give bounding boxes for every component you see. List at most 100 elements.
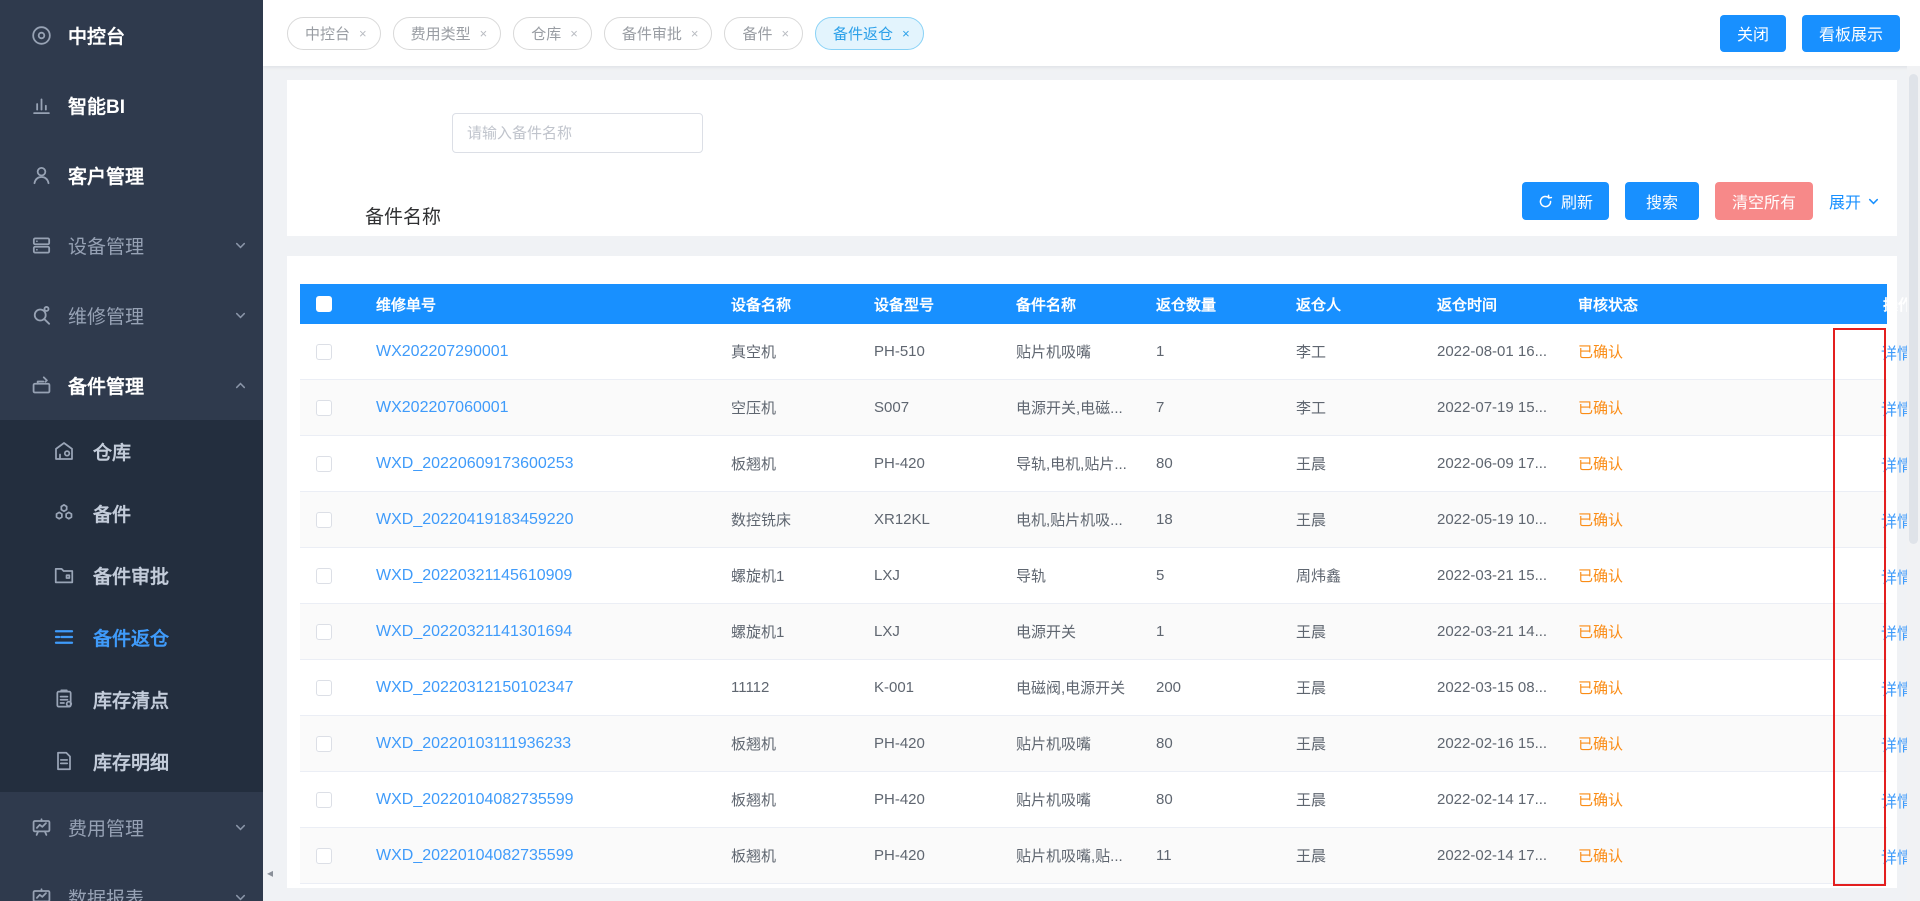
tab-tag-label: 仓库 <box>531 23 561 44</box>
close-icon[interactable]: × <box>480 26 488 41</box>
tabs-bar: 中控台 × 费用类型 × 仓库 × 备件审批 × <box>263 0 1920 66</box>
sidebar-item-devices[interactable]: 设备管理 <box>0 210 263 280</box>
expand-toggle[interactable]: 展开 <box>1829 189 1880 213</box>
search-button[interactable]: 搜索 <box>1625 182 1699 220</box>
row-checkbox[interactable] <box>316 680 332 696</box>
table-row: WXD_20220104082735599 板翘机 PH-420 贴片机吸嘴,贴… <box>300 828 1887 884</box>
sidebar-item-customers[interactable]: 客户管理 <box>0 140 263 210</box>
table-row: WXD_20220419183459220 数控铣床 XR12KL 电机,贴片机… <box>300 492 1887 548</box>
tab-tag[interactable]: 备件返仓 × <box>815 17 924 50</box>
row-checkbox[interactable] <box>316 400 332 416</box>
list-return-icon <box>52 625 76 649</box>
table-row: WXD_20220321141301694 螺旋机1 LXJ 电源开关 1 王晨… <box>300 604 1887 660</box>
close-icon[interactable]: × <box>781 26 789 41</box>
row-checkbox[interactable] <box>316 456 332 472</box>
order-no-link[interactable]: WXD_20220321141301694 <box>360 623 715 641</box>
device-model-cell: PH-510 <box>858 343 1000 360</box>
order-no-link[interactable]: WXD_20220104082735599 <box>360 791 715 809</box>
order-no-link[interactable]: WXD_20220104082735599 <box>360 847 715 865</box>
warehouse-icon <box>52 439 76 463</box>
parts-return-table: 维修单号 设备名称 设备型号 备件名称 返仓数量 返仓人 返仓时间 审核状态 操… <box>300 284 1887 884</box>
close-icon[interactable]: × <box>691 26 699 41</box>
device-model-cell: LXJ <box>858 623 1000 640</box>
close-icon[interactable]: × <box>570 26 578 41</box>
sidebar-item-label: 备件返仓 <box>93 624 169 651</box>
order-no-link[interactable]: WXD_20220312150102347 <box>360 679 715 697</box>
sidebar-item-parts-approval[interactable]: 备件审批 <box>0 544 263 606</box>
parts-submenu: 仓库 备件 备件审批 备件返仓 库存清点 库存明细 <box>0 420 263 792</box>
return-person-cell: 王晨 <box>1280 509 1421 530</box>
order-no-link[interactable]: WXD_20220419183459220 <box>360 511 715 529</box>
row-checkbox[interactable] <box>316 512 332 528</box>
sidebar-item-repair[interactable]: 维修管理 <box>0 280 263 350</box>
close-icon[interactable]: × <box>359 26 367 41</box>
sidebar-item-expense[interactable]: 费用管理 <box>0 792 263 862</box>
table-row: WXD_20220104082735599 板翘机 PH-420 贴片机吸嘴 8… <box>300 772 1887 828</box>
part-name-input[interactable] <box>452 113 703 153</box>
chevron-down-icon <box>234 821 247 834</box>
sidebar-item-stock-detail[interactable]: 库存明细 <box>0 730 263 792</box>
return-time-cell: 2022-02-14 17... <box>1421 791 1562 808</box>
vertical-scrollbar[interactable] <box>1907 66 1920 901</box>
order-no-link[interactable]: WXD_20220103111936233 <box>360 735 715 753</box>
return-time-cell: 2022-06-09 17... <box>1421 455 1562 472</box>
sidebar-item-stocktaking[interactable]: 库存清点 <box>0 668 263 730</box>
status-badge: 已确认 <box>1562 341 1822 362</box>
select-all-checkbox[interactable] <box>316 296 332 312</box>
close-icon[interactable]: × <box>902 26 910 41</box>
table-row: WX202207290001 真空机 PH-510 贴片机吸嘴 1 李工 202… <box>300 324 1887 380</box>
chevron-up-icon <box>234 379 247 392</box>
presentation-chart-icon <box>30 816 53 839</box>
return-person-cell: 王晨 <box>1280 621 1421 642</box>
device-model-cell: K-001 <box>858 679 1000 696</box>
status-badge: 已确认 <box>1562 733 1822 754</box>
clear-all-button[interactable]: 清空所有 <box>1715 182 1813 220</box>
row-checkbox[interactable] <box>316 848 332 864</box>
device-name-cell: 数控铣床 <box>715 509 858 530</box>
order-no-link[interactable]: WXD_20220321145610909 <box>360 567 715 585</box>
table-row: WXD_20220312150102347 11112 K-001 电磁阀,电源… <box>300 660 1887 716</box>
chevron-down-icon <box>234 309 247 322</box>
row-checkbox[interactable] <box>316 568 332 584</box>
tab-tag[interactable]: 费用类型 × <box>393 17 502 50</box>
return-time-cell: 2022-03-21 15... <box>1421 567 1562 584</box>
row-checkbox[interactable] <box>316 344 332 360</box>
sidebar-item-bi[interactable]: 智能BI <box>0 70 263 140</box>
tab-tag-label: 备件审批 <box>622 23 682 44</box>
row-checkbox[interactable] <box>316 624 332 640</box>
sidebar-item-spare-parts[interactable]: 备件 <box>0 482 263 544</box>
column-header: 维修单号 <box>360 294 715 315</box>
sidebar-item-parts-management[interactable]: 备件管理 <box>0 350 263 420</box>
status-badge: 已确认 <box>1562 509 1822 530</box>
order-no-link[interactable]: WX202207060001 <box>360 399 715 417</box>
users-icon <box>30 164 53 187</box>
table-header-row: 维修单号 设备名称 设备型号 备件名称 返仓数量 返仓人 返仓时间 审核状态 操… <box>300 284 1887 324</box>
tab-tag[interactable]: 仓库 × <box>513 17 592 50</box>
column-header: 审核状态 <box>1562 294 1822 315</box>
tab-tag[interactable]: 备件 × <box>724 17 803 50</box>
tab-tag-label: 备件 <box>742 23 772 44</box>
tab-tag[interactable]: 备件审批 × <box>604 17 713 50</box>
sidebar-collapse-arrow[interactable]: ◂ <box>267 866 273 880</box>
sidebar-item-label: 智能BI <box>68 92 125 119</box>
refresh-button[interactable]: 刷新 <box>1522 182 1609 220</box>
order-no-link[interactable]: WX202207290001 <box>360 343 715 361</box>
close-button[interactable]: 关闭 <box>1720 15 1786 52</box>
sidebar-item-parts-return[interactable]: 备件返仓 <box>0 606 263 668</box>
sidebar-item-console[interactable]: 中控台 <box>0 0 263 70</box>
device-name-cell: 板翘机 <box>715 733 858 754</box>
part-name-label: 备件名称 <box>365 202 441 229</box>
toolbox-icon <box>30 374 53 397</box>
row-checkbox[interactable] <box>316 792 332 808</box>
tab-tag[interactable]: 中控台 × <box>287 17 381 50</box>
scrollbar-thumb[interactable] <box>1909 74 1918 544</box>
sidebar-item-label: 维修管理 <box>68 302 144 329</box>
order-no-link[interactable]: WXD_20220609173600253 <box>360 455 715 473</box>
topbar-buttons: 关闭 看板展示 <box>1720 15 1900 52</box>
device-name-cell: 螺旋机1 <box>715 621 858 642</box>
chevron-down-icon <box>234 239 247 252</box>
sidebar-item-reports[interactable]: 数据报表 <box>0 862 263 901</box>
board-display-button[interactable]: 看板展示 <box>1802 15 1900 52</box>
row-checkbox[interactable] <box>316 736 332 752</box>
sidebar-item-warehouse[interactable]: 仓库 <box>0 420 263 482</box>
